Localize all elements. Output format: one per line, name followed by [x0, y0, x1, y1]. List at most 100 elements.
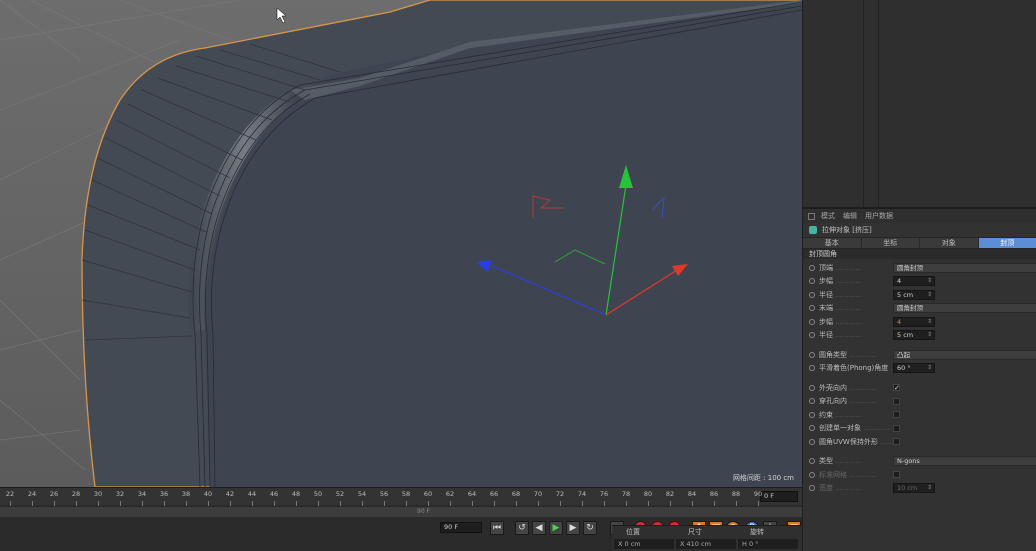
step-forward-button[interactable]: ▶ — [566, 521, 580, 535]
row-type: 类型 N-gons — [803, 455, 1036, 469]
timeline-tick-label: 70 — [533, 490, 543, 498]
single-object-checkbox[interactable] — [893, 424, 900, 432]
timeline-tick-label: 58 — [401, 490, 411, 498]
anim-dot-icon[interactable] — [809, 291, 815, 298]
step-back-button[interactable]: ◀ — [532, 521, 546, 535]
coord-rotation-head: 旋转 — [750, 528, 764, 536]
outer-inward-checkbox[interactable]: ✓ — [893, 384, 900, 392]
timeline-tick-label: 68 — [511, 490, 521, 498]
timeline-tick-mark — [142, 501, 143, 506]
attribute-tabs: 基本 坐标 对象 封顶 — [803, 237, 1036, 249]
timeline-tick-mark — [604, 501, 605, 506]
end-cap-dropdown[interactable]: 圆角封顶 — [893, 303, 1036, 314]
anim-dot-icon[interactable] — [809, 332, 815, 339]
viewport[interactable]: 网格间距 : 100 cm — [0, 0, 802, 487]
timeline-tick-label: 84 — [687, 490, 697, 498]
tab-caps[interactable]: 封顶 — [978, 238, 1036, 248]
standard-grid-checkbox — [893, 471, 900, 479]
constrain-label: 约束 — [819, 410, 894, 420]
grip-icon — [808, 213, 815, 220]
timeline-tick-label: 52 — [335, 490, 345, 498]
timeline-tick-label: 32 — [115, 490, 125, 498]
outer-inward-label: 外壳向内 — [819, 383, 894, 393]
timeline-tick-mark — [384, 501, 385, 506]
anim-dot-icon[interactable] — [809, 398, 815, 405]
menu-user-data[interactable]: 用户数据 — [865, 211, 893, 221]
timeline-tick-mark — [186, 501, 187, 506]
phong-angle-input[interactable]: 60 ° — [893, 363, 935, 374]
hole-inward-checkbox[interactable] — [893, 397, 900, 405]
timeline-tick-mark — [758, 501, 759, 506]
tab-coord[interactable]: 坐标 — [862, 238, 920, 248]
grid-spacing-label: 网格间距 : 100 cm — [732, 474, 794, 482]
coord-position-x[interactable]: X 0 cm — [614, 539, 674, 549]
start-cap-dropdown[interactable]: 圆角封顶 — [893, 262, 1036, 273]
coord-position-head: 位置 — [626, 528, 640, 536]
anim-dot-icon[interactable] — [809, 425, 815, 432]
row-start-radius: 半径 5 cm — [803, 288, 1036, 302]
timeline-tick-mark — [362, 501, 363, 506]
timeline-tick-label: 64 — [467, 490, 477, 498]
extrude-object-icon — [809, 226, 817, 234]
end-steps-label: 步幅 — [819, 317, 894, 327]
go-to-start-button[interactable]: ⏮ — [490, 521, 504, 535]
timeline-tick-label: 54 — [357, 490, 367, 498]
attribute-menu-bar: 模式 编辑 用户数据 — [803, 209, 1036, 223]
menu-mode[interactable]: 模式 — [821, 211, 835, 221]
timeline-tick-mark — [406, 501, 407, 506]
timeline-tick-label: 66 — [489, 490, 499, 498]
uvw-checkbox[interactable] — [893, 438, 900, 446]
timeline-ruler[interactable]: 0 F 22 24 26 28 30 32 34 36 38 40 42 44 46 48 50 52 54 56… — [0, 487, 802, 506]
end-radius-label: 半径 — [819, 330, 894, 340]
current-frame-field[interactable]: 0 F — [760, 491, 798, 502]
anim-dot-icon[interactable] — [809, 264, 815, 271]
start-radius-input[interactable]: 5 cm — [893, 289, 935, 300]
timeline-tick-mark — [560, 501, 561, 506]
anim-dot-icon[interactable] — [809, 384, 815, 391]
timeline-tick-label: 42 — [225, 490, 235, 498]
coord-rotation-h[interactable]: H 0 ° — [738, 539, 798, 549]
timeline-tick-mark — [252, 501, 253, 506]
type-dropdown[interactable]: N-gons — [893, 456, 1036, 467]
timeline-tick-label: 48 — [291, 490, 301, 498]
start-steps-input[interactable]: 4 — [893, 276, 935, 287]
row-standard-grid: 标准网格 — [803, 468, 1036, 482]
width-input: 10 cm — [893, 483, 935, 494]
row-phong-angle: 平滑着色(Phong)角度 60 ° — [803, 362, 1036, 376]
tab-basic[interactable]: 基本 — [803, 238, 862, 248]
constrain-checkbox[interactable] — [893, 411, 900, 419]
coord-size-x[interactable]: X 410 cm — [676, 539, 736, 549]
menu-edit[interactable]: 编辑 — [843, 211, 857, 221]
anim-dot-icon[interactable] — [809, 318, 815, 325]
fillet-type-dropdown[interactable]: 凸起 — [893, 349, 1036, 360]
play-button[interactable]: ▶ — [549, 521, 563, 535]
timeline-tick-mark — [428, 501, 429, 506]
end-steps-input[interactable]: 4 — [893, 316, 935, 327]
range-end-label: 90 F — [417, 508, 430, 515]
timeline-tick-mark — [274, 501, 275, 506]
prev-key-button[interactable]: ↺ — [515, 521, 529, 535]
anim-dot-icon[interactable] — [809, 411, 815, 418]
timeline-tick-mark — [582, 501, 583, 506]
row-uvw: 圆角UVW保持外形 — [803, 435, 1036, 449]
object-manager[interactable] — [803, 0, 1036, 207]
next-key-button[interactable]: ↻ — [583, 521, 597, 535]
end-frame-field[interactable]: 90 F — [440, 522, 482, 533]
tab-object[interactable]: 对象 — [920, 238, 979, 248]
row-start-steps: 步幅 4 — [803, 275, 1036, 289]
anim-dot-icon[interactable] — [809, 458, 815, 465]
anim-dot-icon[interactable] — [809, 278, 815, 285]
section-title: 封顶圆角 — [803, 249, 1036, 259]
anim-dot-icon[interactable] — [809, 351, 815, 358]
frame-range-slider[interactable]: 90 F — [0, 507, 802, 517]
anim-dot-icon[interactable] — [809, 438, 815, 445]
object-title-text: 拉伸对象 [挤压] — [822, 226, 872, 234]
timeline-tick-mark — [340, 501, 341, 506]
timeline-tick-label: 50 — [313, 490, 323, 498]
end-radius-input[interactable]: 5 cm — [893, 330, 935, 341]
fillet-type-label: 圆角类型 — [819, 350, 894, 360]
anim-dot-icon[interactable] — [809, 305, 815, 312]
timeline-tick-label: 82 — [665, 490, 675, 498]
viewport-canvas[interactable] — [0, 0, 802, 487]
anim-dot-icon[interactable] — [809, 365, 815, 372]
